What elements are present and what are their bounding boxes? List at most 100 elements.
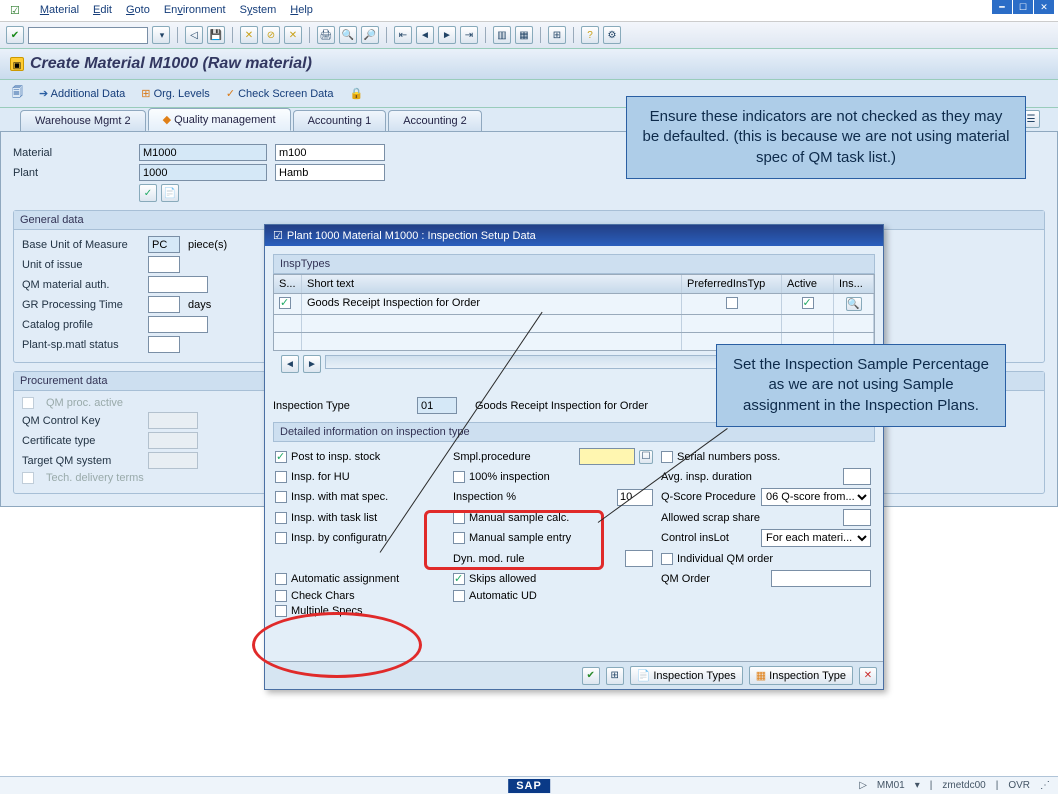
insptype-button[interactable]: ▦Inspection Type — [749, 666, 853, 685]
newsession-icon[interactable]: ▥ — [493, 26, 511, 44]
skips-checkbox[interactable] — [453, 573, 465, 585]
find-icon[interactable]: 🔍 — [339, 26, 357, 44]
uoi-field[interactable] — [148, 256, 180, 273]
catalog-field[interactable] — [148, 316, 208, 333]
prevpage-icon[interactable]: ◄ — [416, 26, 434, 44]
tab-accounting1[interactable]: Accounting 1 — [293, 110, 387, 131]
smpl-field[interactable] — [579, 448, 635, 465]
tab-quality[interactable]: ◆ Quality management — [148, 108, 291, 131]
new-button[interactable]: 📄 — [161, 184, 179, 202]
material-field[interactable] — [139, 144, 267, 161]
material-desc[interactable] — [275, 144, 385, 161]
menu-help[interactable]: Help — [290, 4, 313, 17]
tab-accounting2[interactable]: Accounting 2 — [388, 110, 482, 131]
menu-material[interactable]: MMaterialaterial — [40, 4, 79, 17]
accept-button[interactable]: ✔ — [582, 667, 600, 685]
row1-active-checkbox[interactable] — [802, 297, 814, 309]
manualentry-checkbox[interactable] — [453, 532, 465, 544]
hu-checkbox[interactable] — [275, 471, 287, 483]
minimize-button[interactable]: ━ — [992, 0, 1012, 14]
indiv-checkbox[interactable] — [661, 553, 673, 565]
expand-icon[interactable]: 🗐 — [12, 84, 23, 103]
auto-checkbox[interactable] — [275, 573, 287, 585]
cancel-icon[interactable]: ⊘ — [262, 26, 280, 44]
serial-checkbox[interactable] — [661, 451, 673, 463]
lastpage-icon[interactable]: ⇥ — [460, 26, 478, 44]
autoud-checkbox[interactable] — [453, 590, 465, 602]
nextpage-icon[interactable]: ► — [438, 26, 456, 44]
plant-desc[interactable] — [275, 164, 385, 181]
exit-icon[interactable]: ✕ — [240, 26, 258, 44]
close-window-button[interactable]: ✕ — [1034, 0, 1054, 14]
post-checkbox[interactable] — [275, 451, 287, 463]
menu-environment[interactable]: Environment — [164, 4, 226, 17]
menu-system[interactable]: System — [240, 4, 277, 17]
row1-pref-checkbox[interactable] — [726, 297, 738, 309]
qmproc-checkbox — [22, 397, 34, 409]
plant-label: Plant — [13, 167, 131, 179]
enter-button[interactable]: ✔ — [6, 26, 24, 44]
scrap-field[interactable] — [843, 509, 871, 526]
dyn-field[interactable] — [625, 550, 653, 567]
insptype-field[interactable] — [417, 397, 457, 414]
settings-icon[interactable]: ⚙ — [603, 26, 621, 44]
tasklist-checkbox[interactable] — [275, 512, 287, 524]
checkchars-checkbox[interactable] — [275, 590, 287, 602]
plant-field[interactable] — [139, 164, 267, 181]
layout-icon[interactable]: ⊞ — [548, 26, 566, 44]
buom-field[interactable] — [148, 236, 180, 253]
cert-label: Certificate type — [22, 435, 140, 447]
multspecs-checkbox[interactable] — [275, 605, 287, 617]
command-history[interactable] — [152, 26, 170, 44]
plantstat-field[interactable] — [148, 336, 180, 353]
qmauth-field[interactable] — [148, 276, 208, 293]
grid-scroll-left[interactable]: ◄ — [281, 355, 299, 373]
manualcalc-checkbox[interactable] — [453, 512, 465, 524]
print-icon[interactable]: 🖨 — [317, 26, 335, 44]
nav-icon[interactable]: ✕ — [284, 26, 302, 44]
qscore-select[interactable]: 06 Q-score from... — [761, 488, 871, 506]
grid-scroll-right[interactable]: ► — [303, 355, 321, 373]
row1-checkbox[interactable] — [279, 297, 291, 309]
configuratn-checkbox[interactable] — [275, 532, 287, 544]
save-icon[interactable]: 💾 — [207, 26, 225, 44]
close-dialog-button[interactable]: ✕ — [859, 667, 877, 685]
menu-edit[interactable]: Edit — [93, 4, 112, 17]
col-s[interactable]: S... — [274, 275, 302, 293]
insptypes-button[interactable]: 📄Inspection Types — [630, 666, 743, 685]
inspection-setup-dialog: ☑Plant 1000 Material M1000 : Inspection … — [264, 224, 884, 690]
tab-warehouse[interactable]: Warehouse Mgmt 2 — [20, 110, 146, 131]
col-pref[interactable]: PreferredInsTyp — [682, 275, 782, 293]
insptypes-section: InspTypes — [273, 254, 875, 274]
command-field[interactable] — [28, 27, 148, 44]
orglevel-button[interactable]: ⊞ — [606, 667, 624, 685]
material-label: Material — [13, 147, 131, 159]
findnext-icon[interactable]: 🔎 — [361, 26, 379, 44]
help-icon[interactable]: ? — [581, 26, 599, 44]
hundred-checkbox[interactable] — [453, 471, 465, 483]
dialog-titlebar[interactable]: ☑Plant 1000 Material M1000 : Inspection … — [265, 225, 883, 246]
check-screen-link[interactable]: ✓ Check Screen Data — [226, 87, 334, 100]
maximize-button[interactable]: ☐ — [1013, 0, 1033, 14]
menu-goto[interactable]: Goto — [126, 4, 150, 17]
ctrl-select[interactable]: For each materi... — [761, 529, 871, 547]
row1-detail-button[interactable]: 🔍 — [846, 297, 862, 311]
tech-checkbox — [22, 472, 34, 484]
smpl-help-icon[interactable]: ☐ — [639, 450, 653, 464]
check-button[interactable]: ✓ — [139, 184, 157, 202]
avg-field[interactable] — [843, 468, 871, 485]
qmorder-field[interactable] — [771, 570, 871, 587]
shortcut-icon[interactable]: ▦ — [515, 26, 533, 44]
firstpage-icon[interactable]: ⇤ — [394, 26, 412, 44]
org-levels-link[interactable]: ⊞ Org. Levels — [141, 87, 210, 100]
grtime-field[interactable] — [148, 296, 180, 313]
col-active[interactable]: Active — [782, 275, 834, 293]
lock-icon[interactable]: 🔒 — [349, 87, 363, 100]
target-field — [148, 452, 198, 469]
additional-data-link[interactable]: ➔ Additional Data — [39, 87, 125, 100]
back-icon[interactable]: ◁ — [185, 26, 203, 44]
matspec-checkbox[interactable] — [275, 491, 287, 503]
col-ins[interactable]: Ins... — [834, 275, 874, 293]
status-sys: zmetdc00 — [942, 780, 985, 791]
col-short[interactable]: Short text — [302, 275, 682, 293]
